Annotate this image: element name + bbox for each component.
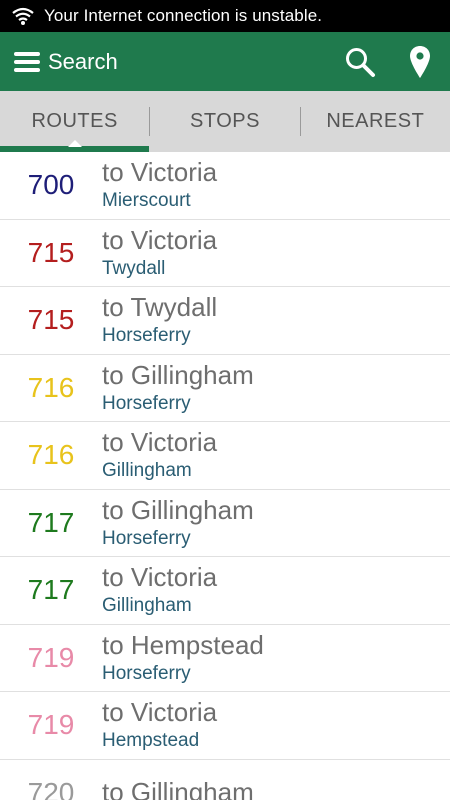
route-destination: to Victoria <box>102 224 218 255</box>
route-destination: to Gillingham <box>102 359 254 390</box>
route-row[interactable]: 717 to Gillingham Horseferry <box>0 490 450 557</box>
app-title: Search <box>48 48 118 74</box>
route-origin: Horseferry <box>102 392 191 414</box>
route-destination: to Twydall <box>102 292 218 323</box>
route-destination: to Gillingham <box>102 494 254 525</box>
route-row[interactable]: 716 to Gillingham Horseferry <box>0 355 450 422</box>
wifi-warning-icon <box>12 6 34 26</box>
app-bar: Search <box>0 32 450 91</box>
route-destination: to Victoria <box>102 697 218 728</box>
route-row[interactable]: 717 to Victoria Gillingham <box>0 557 450 625</box>
route-row[interactable]: 700 to Victoria Mierscourt <box>0 152 450 220</box>
tab-nearest[interactable]: NEAREST <box>301 91 450 152</box>
route-origin: Gillingham <box>102 460 192 482</box>
route-row[interactable]: 715 to Victoria Twydall <box>0 220 450 287</box>
route-number: 716 <box>27 439 75 471</box>
route-number: 715 <box>27 304 75 336</box>
connection-status-message: Your Internet connection is unstable. <box>44 6 323 25</box>
route-number: 717 <box>27 506 75 538</box>
tab-routes[interactable]: ROUTES <box>0 91 150 152</box>
menu-icon <box>14 51 40 72</box>
status-bar: Your Internet connection is unstable. <box>0 0 450 32</box>
route-origin: Mierscourt <box>102 190 191 212</box>
menu-button[interactable]: Search <box>0 32 118 91</box>
route-row[interactable]: 716 to Victoria Gillingham <box>0 422 450 490</box>
route-destination: to Victoria <box>102 427 218 458</box>
route-destination: to Victoria <box>102 157 218 188</box>
tab-bar: ROUTES STOPS NEAREST <box>0 91 450 152</box>
tab-stops[interactable]: STOPS <box>150 91 299 152</box>
route-row[interactable]: 715 to Twydall Horseferry <box>0 287 450 355</box>
search-icon <box>346 47 375 77</box>
route-origin: Horseferry <box>102 325 191 347</box>
location-pin-icon <box>410 45 430 78</box>
search-button[interactable] <box>330 32 390 91</box>
route-number: 715 <box>27 236 75 268</box>
location-button[interactable] <box>390 32 450 91</box>
route-origin: Hempstead <box>102 730 200 752</box>
route-number: 700 <box>27 169 75 201</box>
route-origin: Gillingham <box>102 595 192 617</box>
route-origin: Horseferry <box>102 527 191 549</box>
route-destination: to Gillingham <box>102 776 254 800</box>
route-number: 716 <box>27 371 75 403</box>
route-number: 717 <box>27 574 75 606</box>
route-row[interactable]: 719 to Hempstead Horseferry <box>0 625 450 692</box>
route-list[interactable]: 700 to Victoria Mierscourt 715 to Victor… <box>0 152 450 800</box>
route-number: 719 <box>27 709 75 741</box>
route-origin: Twydall <box>102 257 166 279</box>
route-destination: to Victoria <box>102 562 218 593</box>
route-number: 719 <box>27 641 75 673</box>
route-row[interactable]: 719 to Victoria Hempstead <box>0 692 450 760</box>
route-row[interactable]: 720 to Gillingham <box>0 760 450 800</box>
route-origin: Horseferry <box>102 662 191 684</box>
route-destination: to Hempstead <box>102 629 264 660</box>
route-number: 720 <box>27 776 75 800</box>
